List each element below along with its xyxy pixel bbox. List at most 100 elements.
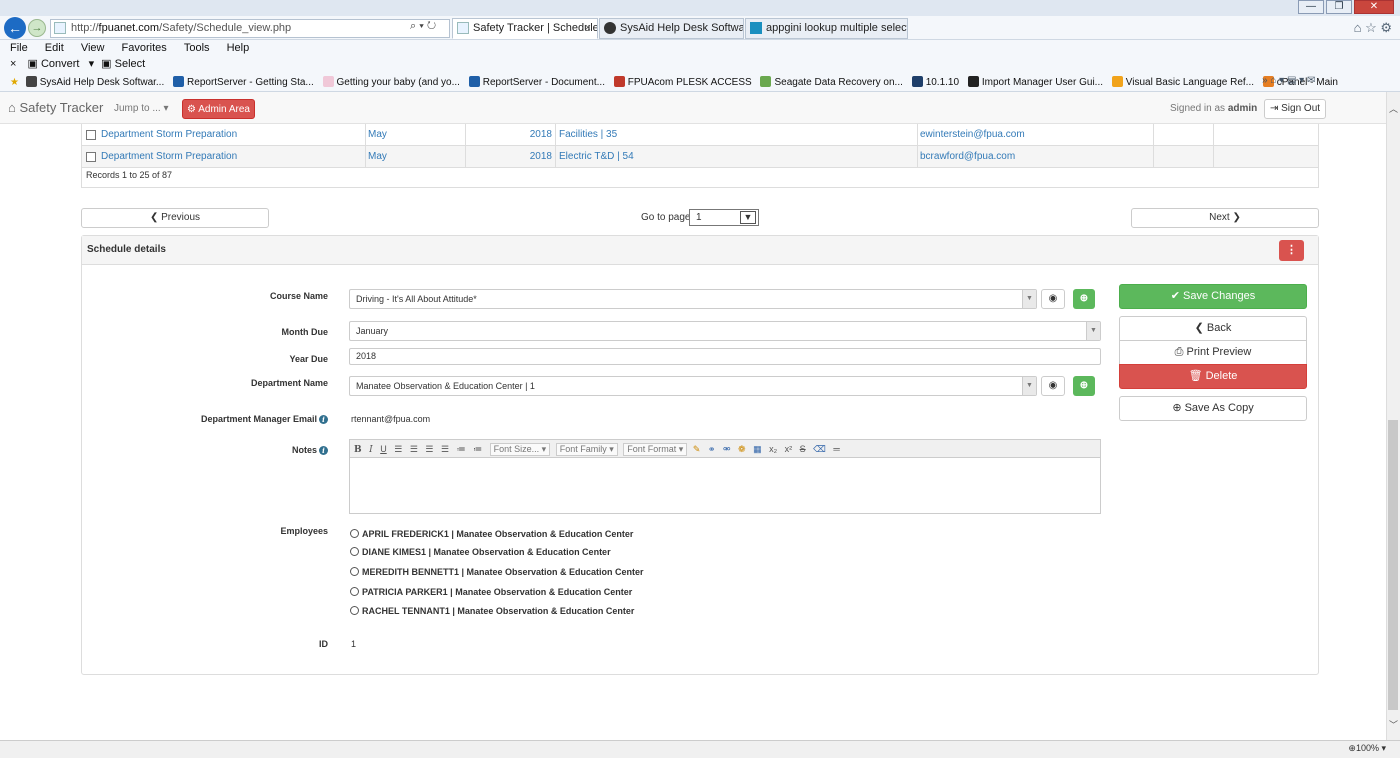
delete-button[interactable]: 🗑 Delete: [1119, 364, 1307, 389]
sign-out-button[interactable]: ⇥ Sign Out: [1264, 99, 1326, 119]
bold-icon[interactable]: B: [354, 441, 362, 457]
course-link[interactable]: Department Storm Preparation: [101, 146, 237, 168]
forward-arrow-icon[interactable]: →: [28, 19, 46, 37]
favorites-star-icon[interactable]: ★: [10, 77, 19, 88]
menu-view[interactable]: View: [81, 42, 105, 54]
favorite-sysaid[interactable]: SysAid Help Desk Softwar...: [25, 73, 164, 91]
minimize-button[interactable]: —: [1298, 0, 1324, 14]
radio-button[interactable]: [350, 606, 359, 615]
zoom-control[interactable]: ⊕100% ▾: [1348, 743, 1386, 754]
address-controls[interactable]: ⌕ ▾ ↻: [410, 20, 436, 33]
notes-editor[interactable]: B I U ☰ ☰ ☰ ☰ ≔ ≔ Font Size... ▾ Font Fa…: [349, 439, 1101, 514]
previous-button[interactable]: ❮ Previous: [81, 208, 269, 228]
favorite-import-manager[interactable]: Import Manager User Gui...: [967, 73, 1103, 91]
radio-button[interactable]: [350, 547, 359, 556]
tab-sysaid[interactable]: SysAid Help Desk Software: [599, 18, 744, 39]
menu-help[interactable]: Help: [227, 42, 250, 54]
close-toolbar-icon[interactable]: ×: [10, 58, 16, 70]
favorite-reportserver-getting[interactable]: ReportServer - Getting Sta...: [173, 73, 314, 91]
restore-button[interactable]: ❐: [1326, 0, 1352, 14]
radio-button[interactable]: [350, 529, 359, 538]
year-link[interactable]: 2018: [530, 146, 552, 168]
month-due-select[interactable]: January ▼: [349, 321, 1101, 341]
edit-icon[interactable]: ✎: [693, 440, 701, 457]
menu-edit[interactable]: Edit: [45, 42, 64, 54]
radio-button[interactable]: [350, 587, 359, 596]
font-format-dropdown[interactable]: Font Format ▾: [623, 443, 688, 456]
favorite-visual-basic[interactable]: Visual Basic Language Ref...: [1111, 73, 1254, 91]
favorite-seagate[interactable]: Seagate Data Recovery on...: [760, 73, 903, 91]
panel-menu-button[interactable]: ⋮: [1279, 240, 1304, 261]
align-center-icon[interactable]: ☰: [410, 440, 418, 457]
menu-favorites[interactable]: Favorites: [122, 42, 167, 54]
italic-icon[interactable]: I: [369, 441, 373, 457]
address-bar[interactable]: http://fpuanet.com/Safety/Schedule_view.…: [50, 19, 450, 38]
add-department-button[interactable]: ⊕: [1073, 376, 1095, 396]
course-link[interactable]: Department Storm Preparation: [101, 124, 237, 146]
menu-tools[interactable]: Tools: [184, 42, 210, 54]
table-row[interactable]: Department Storm Preparation May 2018 Fa…: [82, 124, 1318, 146]
admin-area-button[interactable]: ⚙ Admin Area: [182, 99, 255, 119]
add-course-button[interactable]: ⊕: [1073, 289, 1095, 309]
save-changes-button[interactable]: ✔ Save Changes: [1119, 284, 1307, 309]
row-checkbox[interactable]: [86, 130, 96, 140]
dept-link[interactable]: Facilities | 35: [559, 124, 617, 146]
image-icon[interactable]: ❁: [738, 440, 746, 457]
favorite-baby[interactable]: Getting your baby (and yo...: [322, 73, 460, 91]
favorite-reportserver-document[interactable]: ReportServer - Document...: [468, 73, 605, 91]
year-link[interactable]: 2018: [530, 124, 552, 146]
dept-link[interactable]: Electric T&D | 54: [559, 146, 634, 168]
strikethrough-icon[interactable]: S: [800, 440, 806, 457]
font-size-dropdown[interactable]: Font Size... ▾: [489, 443, 551, 456]
goto-page-select[interactable]: 1 ▼: [689, 209, 759, 226]
radio-button[interactable]: [350, 567, 359, 576]
month-link[interactable]: May: [368, 146, 387, 168]
employee-option[interactable]: RACHEL TENNANT1 | Manatee Observation & …: [350, 606, 634, 616]
info-icon[interactable]: i: [319, 415, 328, 424]
close-window-button[interactable]: ✕: [1354, 0, 1394, 14]
align-justify-icon[interactable]: ☰: [441, 440, 449, 457]
bullet-list-icon[interactable]: ≔: [457, 440, 466, 457]
superscript-icon[interactable]: x²: [785, 440, 793, 457]
page-tools-icons[interactable]: » ⌂ ▾ ▤ ▾ ✉: [1262, 75, 1315, 86]
employee-option[interactable]: APRIL FREDERICK1 | Manatee Observation &…: [350, 529, 633, 539]
brand[interactable]: ⌂ Safety Tracker: [8, 100, 103, 115]
menu-file[interactable]: File: [10, 42, 28, 54]
underline-icon[interactable]: U: [380, 440, 387, 457]
view-department-button[interactable]: ◉: [1041, 376, 1065, 396]
scroll-up-icon[interactable]: ︿: [1389, 102, 1398, 115]
clean-format-icon[interactable]: ⌫: [813, 440, 826, 457]
align-right-icon[interactable]: ☰: [425, 440, 433, 457]
scroll-down-icon[interactable]: ﹀: [1389, 718, 1398, 731]
favorite-plesk[interactable]: FPUAcom PLESK ACCESS: [613, 73, 752, 91]
print-preview-button[interactable]: ⎙ Print Preview: [1119, 340, 1307, 365]
numbered-list-icon[interactable]: ≔: [473, 440, 482, 457]
tab-close-icon[interactable]: ×: [585, 19, 591, 38]
font-family-dropdown[interactable]: Font Family ▾: [555, 443, 618, 456]
employee-option[interactable]: MEREDITH BENNETT1 | Manatee Observation …: [350, 567, 644, 577]
convert-button[interactable]: Convert: [41, 58, 80, 70]
table-icon[interactable]: ▦: [753, 440, 762, 457]
back-button[interactable]: ❮ Back: [1119, 316, 1307, 341]
unlink-icon[interactable]: ⚮: [723, 440, 731, 457]
email-link[interactable]: ewinterstein@fpua.com: [920, 124, 1025, 146]
department-name-select[interactable]: Manatee Observation & Education Center |…: [349, 376, 1037, 396]
tab-safety-tracker[interactable]: Safety Tracker | Schedule ×: [452, 18, 598, 39]
info-icon[interactable]: i: [319, 446, 328, 455]
tab-appgini[interactable]: appgini lookup multiple selecti...: [745, 18, 908, 39]
table-row[interactable]: Department Storm Preparation May 2018 El…: [82, 146, 1318, 168]
save-as-copy-button[interactable]: ⊕ Save As Copy: [1119, 396, 1307, 421]
horizontal-rule-icon[interactable]: ═: [833, 440, 839, 457]
home-star-gear-icons[interactable]: ⌂ ☆ ⚙: [1354, 20, 1392, 36]
back-arrow-icon[interactable]: ←: [4, 17, 26, 39]
select-button[interactable]: Select: [115, 58, 146, 70]
favorite-ip[interactable]: 10.1.10: [911, 73, 959, 91]
jump-to-dropdown[interactable]: Jump to ... ▾: [114, 103, 169, 114]
month-link[interactable]: May: [368, 124, 387, 146]
view-course-button[interactable]: ◉: [1041, 289, 1065, 309]
employee-option[interactable]: DIANE KIMES1 | Manatee Observation & Edu…: [350, 547, 611, 557]
dropdown-icon[interactable]: ▾: [89, 58, 95, 70]
email-link[interactable]: bcrawford@fpua.com: [920, 146, 1015, 168]
subscript-icon[interactable]: x₂: [769, 440, 777, 457]
employee-option[interactable]: PATRICIA PARKER1 | Manatee Observation &…: [350, 587, 632, 597]
